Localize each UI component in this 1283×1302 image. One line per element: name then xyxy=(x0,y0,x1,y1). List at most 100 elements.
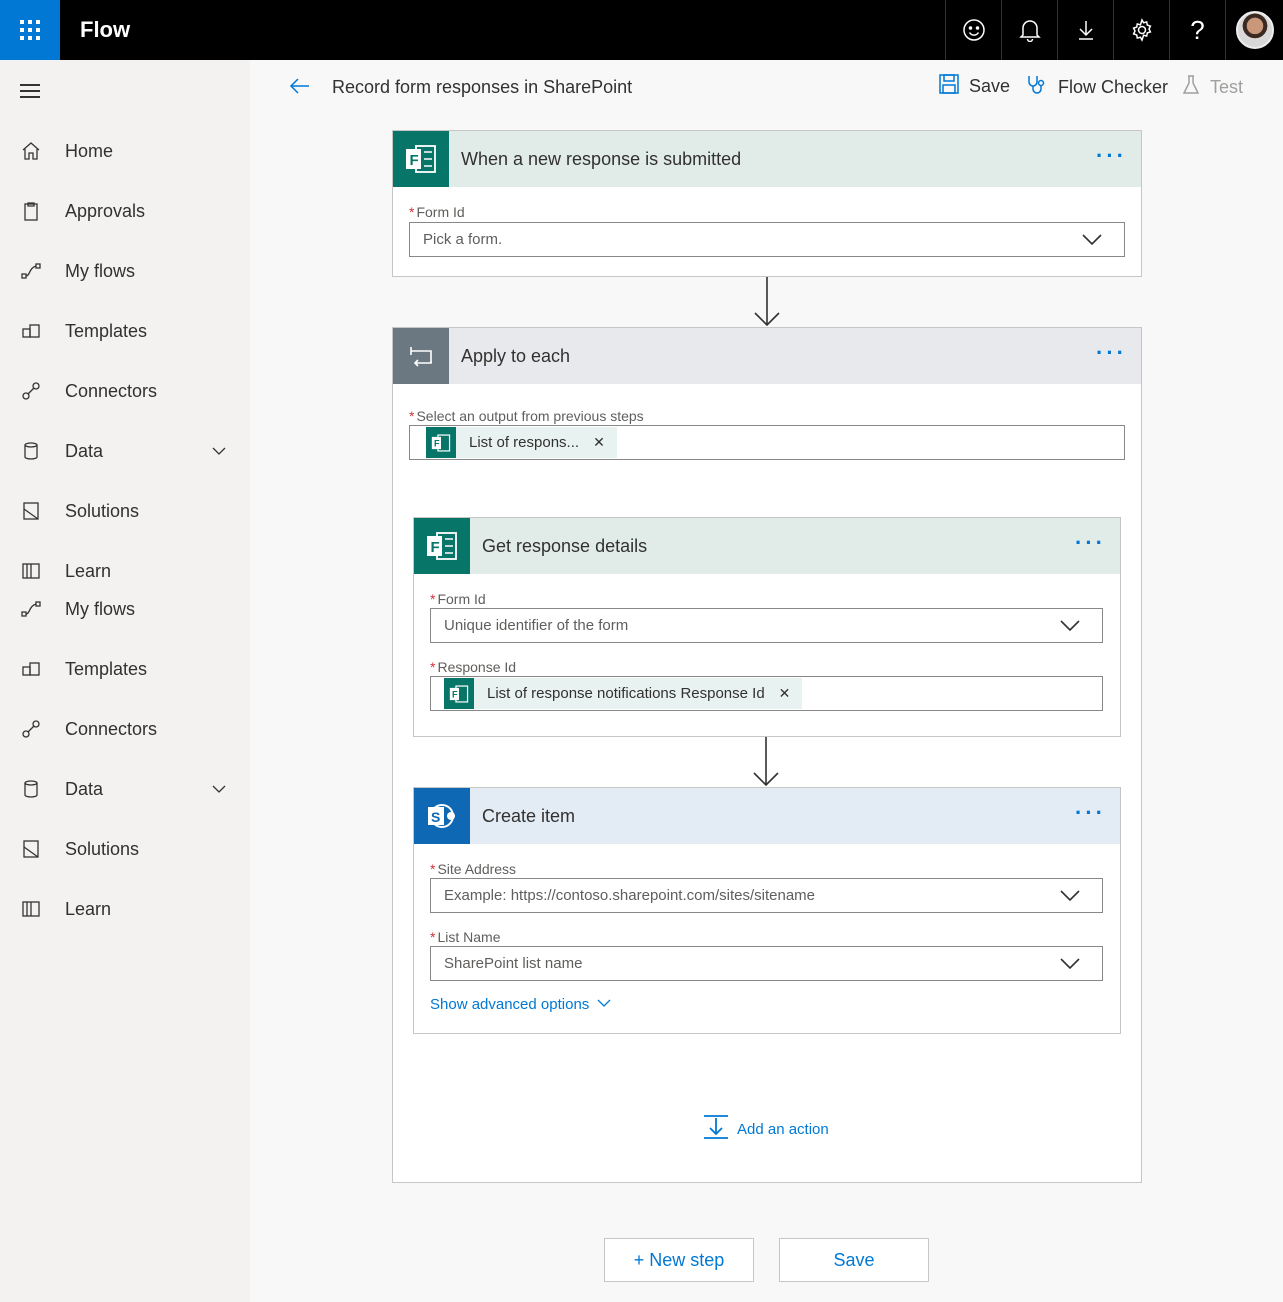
close-icon[interactable]: ✕ xyxy=(779,685,791,702)
data-icon xyxy=(20,440,42,462)
field-label: * Form Id xyxy=(430,591,486,607)
form-id-dropdown[interactable]: Pick a form. xyxy=(409,222,1125,257)
nav-item-data[interactable]: Data xyxy=(0,769,250,809)
test-command[interactable]: Test xyxy=(1182,74,1243,101)
test-label: Test xyxy=(1210,77,1244,97)
user-avatar-button[interactable] xyxy=(1225,0,1283,60)
forms-icon: F xyxy=(426,427,456,458)
nav-item-solutions[interactable]: Solutions xyxy=(0,491,250,531)
more-options-icon[interactable]: ··· xyxy=(1096,145,1127,167)
flow-checker-command[interactable]: Flow Checker xyxy=(1026,74,1168,101)
svg-text:F: F xyxy=(452,689,458,699)
close-icon[interactable]: ✕ xyxy=(593,434,605,451)
chevron-down-icon xyxy=(1082,233,1102,250)
nav-label: Solutions xyxy=(65,500,140,521)
solutions-icon xyxy=(20,500,42,522)
flask-icon xyxy=(1182,74,1200,101)
form-id-dropdown[interactable]: Unique identifier of the form xyxy=(430,608,1103,643)
apply-to-each-card: Apply to each ··· * Select an output from… xyxy=(392,327,1142,1183)
new-step-button[interactable]: + New step xyxy=(604,1238,754,1282)
smiley-icon[interactable] xyxy=(945,0,1001,60)
app-launcher-icon[interactable] xyxy=(0,0,60,60)
nav-item-solutions[interactable]: Solutions xyxy=(0,829,250,869)
top-bar: Flow ? xyxy=(0,0,1283,60)
templates-icon xyxy=(20,320,42,342)
save-button[interactable]: Save xyxy=(779,1238,929,1282)
loop-icon xyxy=(393,328,449,384)
output-field[interactable]: F List of respons... ✕ xyxy=(409,425,1125,460)
flow-name: Record form responses in SharePoint xyxy=(332,77,633,97)
save-icon xyxy=(939,74,959,99)
connector-arrow xyxy=(752,277,782,332)
field-placeholder: Example: https://contoso.sharepoint.com/… xyxy=(444,887,816,904)
forms-icon: F xyxy=(444,678,474,709)
nav-label: My flows xyxy=(65,260,136,281)
nav-label: Connectors xyxy=(65,718,158,739)
token-label: List of respons... xyxy=(469,434,580,451)
show-advanced-options-link[interactable]: Show advanced options xyxy=(430,996,611,1013)
hamburger-icon[interactable] xyxy=(20,84,40,102)
stethoscope-icon xyxy=(1026,74,1048,101)
data-icon xyxy=(20,778,42,800)
nav-item-approvals[interactable]: Approvals xyxy=(0,191,250,231)
nav-item-templates[interactable]: Templates xyxy=(0,311,250,351)
learn-icon xyxy=(20,560,42,582)
create-item-header[interactable]: S Create item ··· xyxy=(414,788,1120,844)
chevron-down-icon[interactable] xyxy=(212,442,226,460)
field-label: * Form Id xyxy=(409,204,465,220)
site-address-dropdown[interactable]: Example: https://contoso.sharepoint.com/… xyxy=(430,878,1103,913)
chevron-down-icon xyxy=(1060,957,1080,974)
nav-label: Learn xyxy=(65,898,112,919)
bell-icon[interactable] xyxy=(1001,0,1057,60)
nav-item-connectors[interactable]: Connectors xyxy=(0,709,250,749)
chevron-down-icon[interactable] xyxy=(212,780,226,798)
app-title[interactable]: Flow xyxy=(80,17,130,43)
save-label: Save xyxy=(969,76,1011,96)
trigger-card-header[interactable]: F When a new response is submitted ··· xyxy=(393,131,1141,187)
dynamic-content-token[interactable]: F List of response notifications Respons… xyxy=(444,678,803,709)
approvals-icon xyxy=(20,200,42,222)
get-response-details-card: F Get response details ··· * Form Id Uniq… xyxy=(413,517,1121,737)
designer-canvas: F When a new response is submitted ··· *… xyxy=(250,112,1283,1302)
home-icon xyxy=(20,140,42,162)
help-icon[interactable]: ? xyxy=(1169,0,1225,60)
nav-item-home[interactable]: Home xyxy=(0,131,250,171)
dynamic-content-token[interactable]: F List of respons... ✕ xyxy=(426,427,617,458)
download-icon[interactable] xyxy=(1057,0,1113,60)
response-id-field[interactable]: F List of response notifications Respons… xyxy=(430,676,1103,711)
more-options-icon[interactable]: ··· xyxy=(1096,342,1127,364)
link-label: Add an action xyxy=(737,1120,829,1138)
add-an-action-link[interactable]: Add an action xyxy=(703,1114,829,1144)
nav-item-connectors[interactable]: Connectors xyxy=(0,371,250,411)
field-placeholder: SharePoint list name xyxy=(444,955,583,972)
nav-item-my-flows[interactable]: My flows xyxy=(0,251,250,291)
nav-label: Data xyxy=(65,778,104,799)
back-arrow-icon[interactable] xyxy=(288,74,312,103)
svg-text:S: S xyxy=(431,809,440,825)
more-options-icon[interactable]: ··· xyxy=(1075,802,1106,824)
field-label: * Select an output from previous steps xyxy=(409,408,644,424)
nav-item-learn[interactable]: Learn xyxy=(0,551,250,591)
gear-icon[interactable] xyxy=(1113,0,1169,60)
nav-item-learn[interactable]: Learn xyxy=(0,889,250,929)
nav-label: Approvals xyxy=(65,200,146,221)
sharepoint-icon: S xyxy=(414,788,470,844)
apply-to-each-header[interactable]: Apply to each ··· xyxy=(393,328,1141,384)
card-title: Create item xyxy=(482,805,576,826)
more-options-icon[interactable]: ··· xyxy=(1075,532,1106,554)
chevron-down-icon xyxy=(1060,889,1080,906)
get-response-details-header[interactable]: F Get response details ··· xyxy=(414,518,1120,574)
nav-item-data[interactable]: Data xyxy=(0,431,250,471)
add-action-icon xyxy=(703,1114,729,1144)
nav-item-my-flows[interactable]: My flows xyxy=(0,589,250,629)
chevron-down-icon xyxy=(597,994,611,1011)
svg-text:F: F xyxy=(434,438,440,448)
card-title: When a new response is submitted xyxy=(461,148,742,169)
nav-item-templates[interactable]: Templates xyxy=(0,649,250,689)
forms-icon: F xyxy=(414,518,470,574)
field-label: * Response Id xyxy=(430,659,517,675)
field-placeholder: Pick a form. xyxy=(423,231,503,248)
list-name-dropdown[interactable]: SharePoint list name xyxy=(430,946,1103,981)
save-command[interactable]: Save xyxy=(939,74,1010,99)
command-bar: Record form responses in SharePoint Save… xyxy=(250,60,1283,112)
